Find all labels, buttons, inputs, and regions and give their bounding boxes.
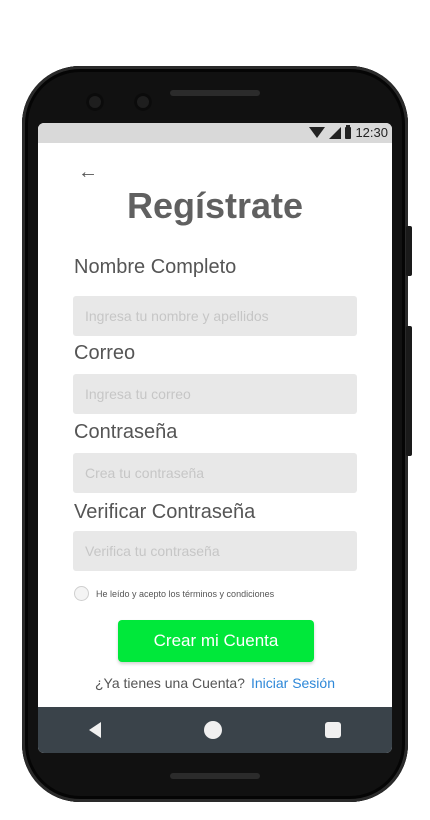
home-circle-icon[interactable] — [203, 721, 222, 739]
bottom-speaker — [170, 773, 260, 779]
recent-square-icon[interactable] — [324, 722, 341, 738]
wifi-icon — [309, 127, 326, 138]
terms-text: He leído y acepto los términos y condici… — [96, 588, 275, 599]
email-label: Correo — [74, 342, 136, 364]
front-camera — [86, 93, 104, 111]
password-label: Contraseña — [74, 421, 178, 443]
front-sensor — [134, 93, 152, 111]
android-nav-bar — [38, 707, 392, 753]
email-input[interactable] — [73, 374, 357, 414]
has-account-text: ¿Ya tienes una Cuenta? — [95, 675, 245, 691]
power-button — [406, 226, 412, 276]
create-account-button[interactable]: Crear mi Cuenta — [118, 620, 314, 662]
verify-password-label: Verificar Contraseña — [74, 501, 256, 523]
name-label: Nombre Completo — [74, 256, 237, 278]
verify-password-input[interactable] — [73, 531, 357, 571]
status-bar: 12:30 — [38, 123, 392, 143]
battery-icon — [345, 124, 352, 139]
earpiece-speaker — [170, 90, 260, 96]
name-input[interactable] — [73, 296, 357, 336]
back-triangle-icon[interactable] — [89, 722, 102, 738]
page-title: Regístrate — [126, 185, 304, 226]
signal-icon — [329, 126, 342, 139]
login-prompt: ¿Ya tienes una Cuenta? Iniciar Sesión — [38, 675, 392, 691]
terms-row[interactable]: He leído y acepto los términos y condici… — [74, 586, 274, 601]
login-link[interactable]: Iniciar Sesión — [251, 675, 335, 691]
status-icons: 12:30 — [309, 124, 388, 140]
terms-checkbox[interactable] — [74, 586, 89, 601]
password-input[interactable] — [73, 453, 357, 493]
status-time: 12:30 — [355, 125, 388, 140]
arrow-left-icon[interactable]: ← — [78, 161, 98, 184]
phone-screen: 12:30 ← Regístrate Nombre Completo Corre… — [38, 123, 392, 753]
volume-button — [406, 326, 412, 456]
